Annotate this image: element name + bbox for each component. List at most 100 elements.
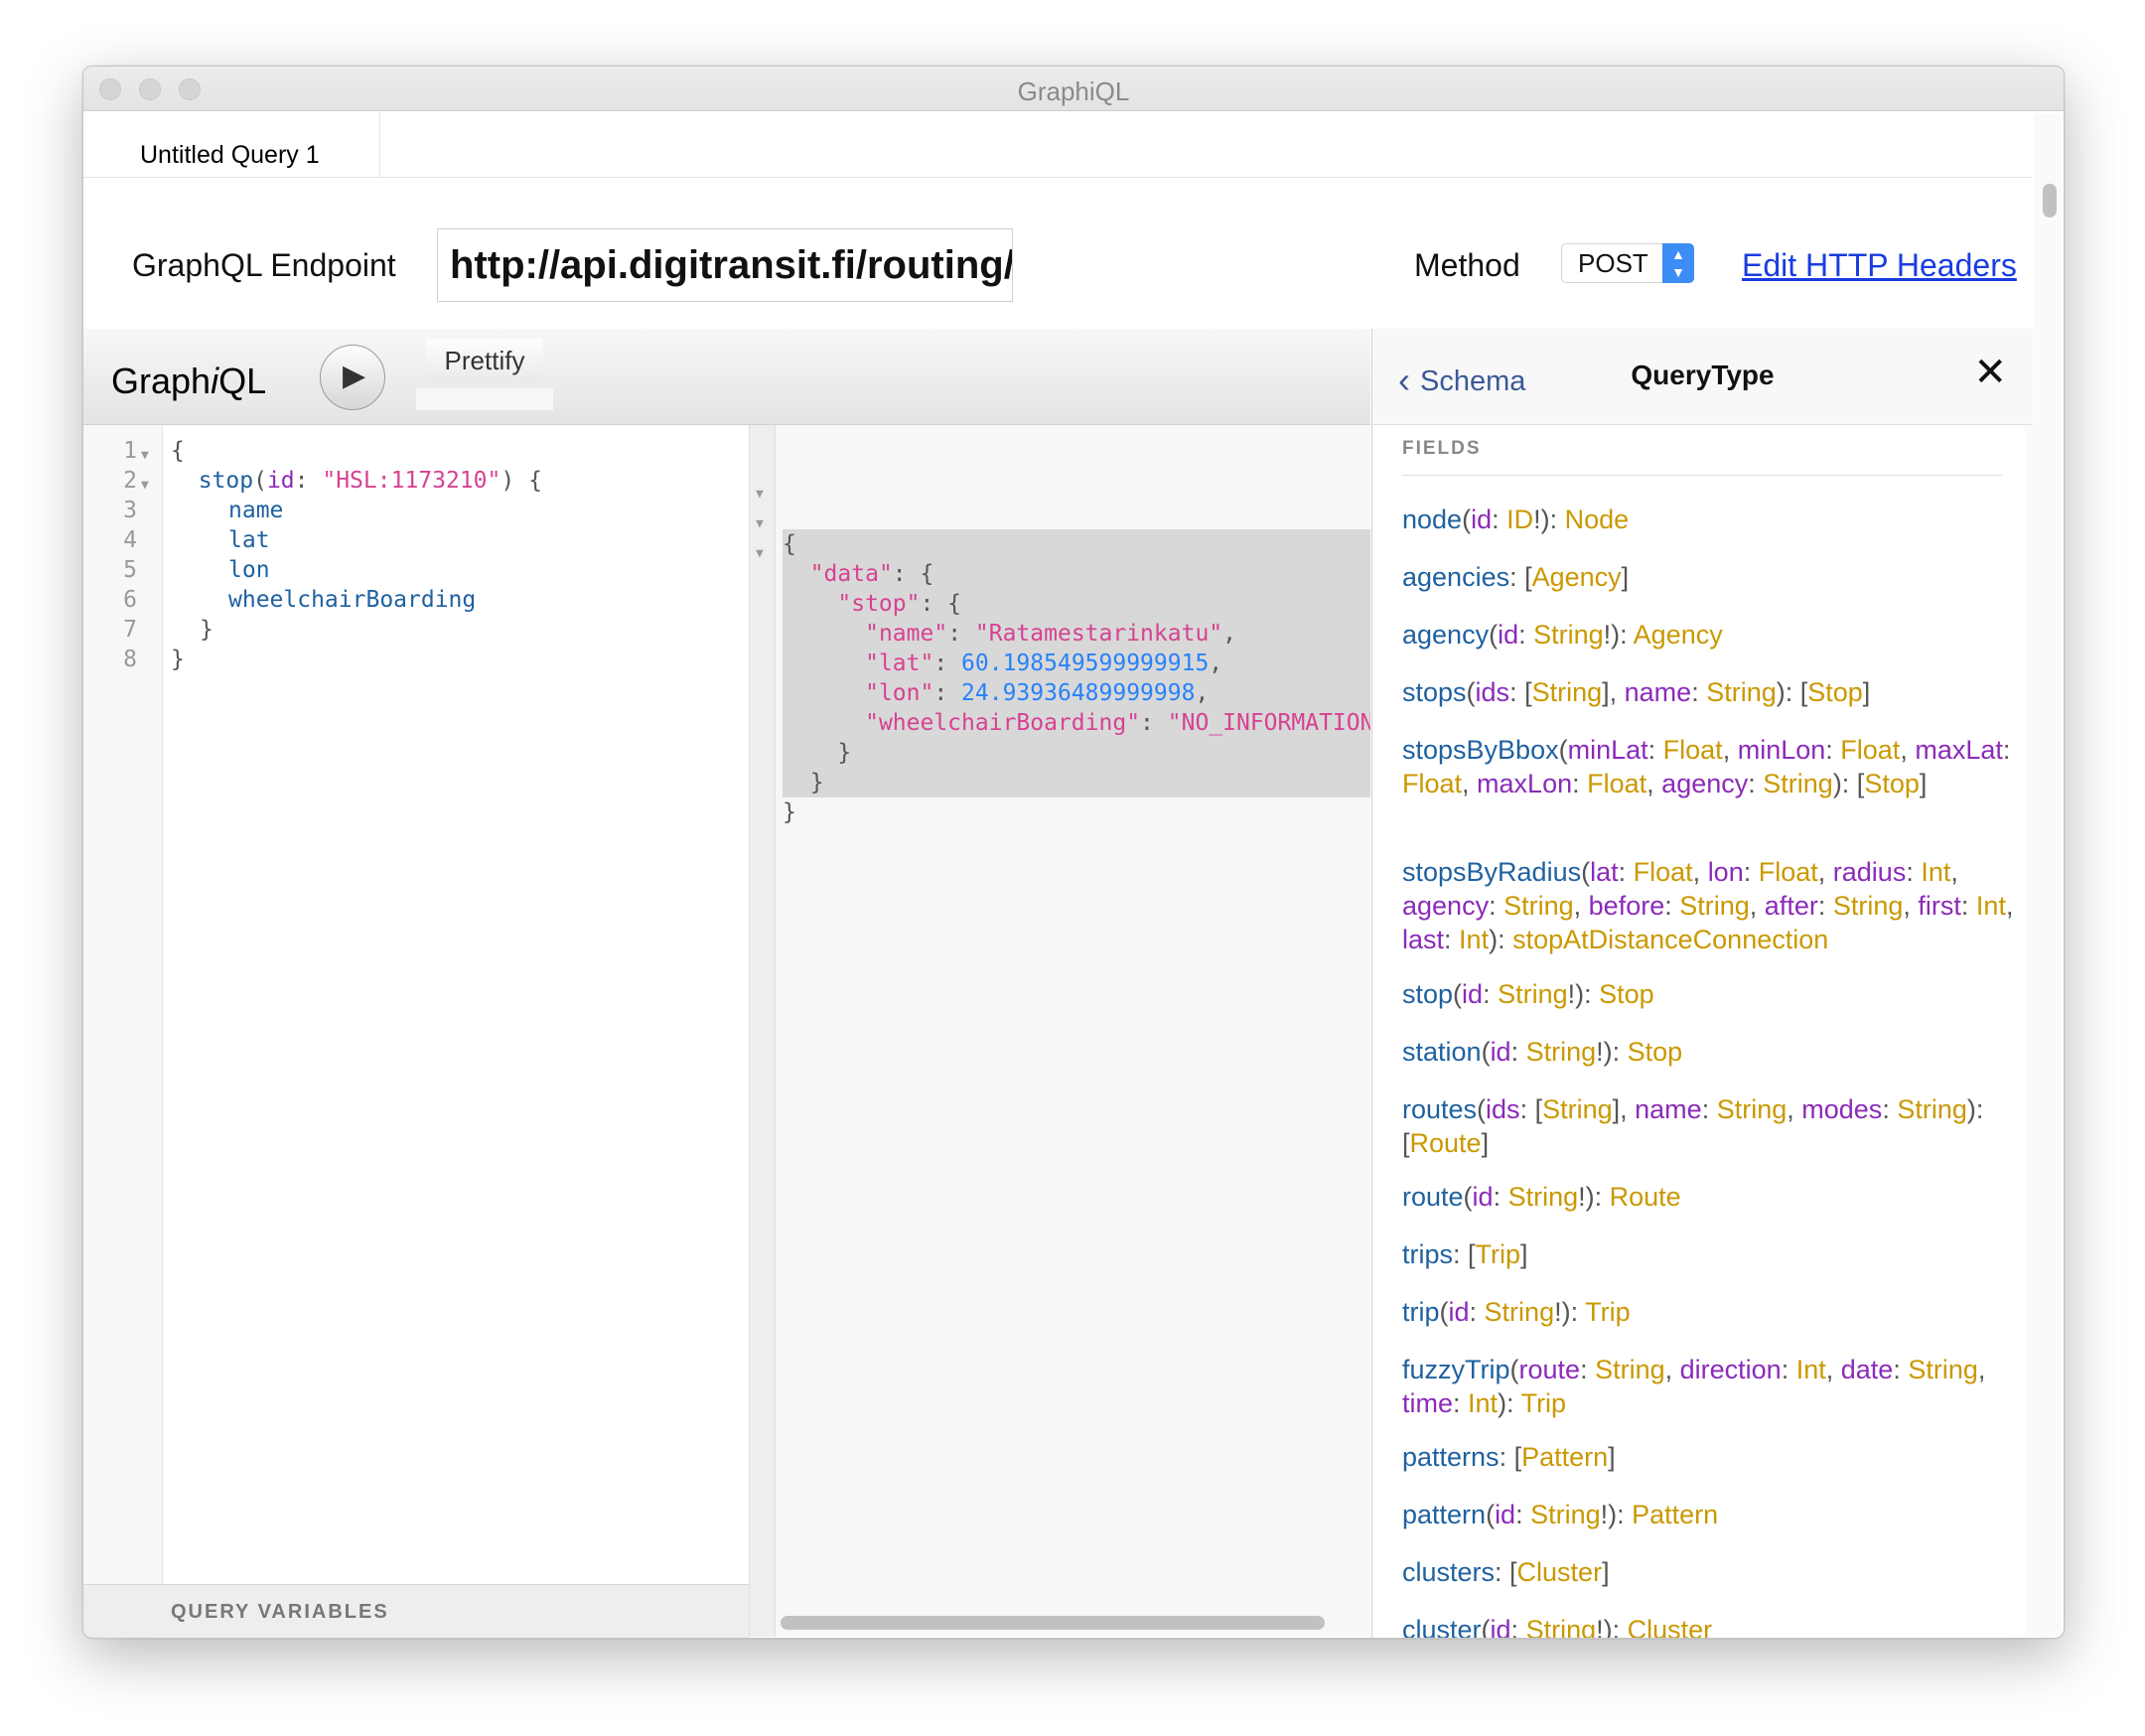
field-type[interactable]: Pattern (1632, 1500, 1718, 1529)
field-type[interactable]: Float (1634, 857, 1693, 887)
field-name[interactable]: route (1402, 1182, 1464, 1212)
field-name[interactable]: trip (1402, 1297, 1440, 1327)
field-type[interactable]: Cluster (1628, 1615, 1713, 1638)
field-argument[interactable]: before (1589, 891, 1665, 921)
field-argument[interactable]: after (1765, 891, 1818, 921)
field-type[interactable]: Node (1565, 505, 1630, 534)
field-argument[interactable]: first (1918, 891, 1961, 921)
field-type[interactable]: Int (1459, 925, 1489, 954)
field-type[interactable]: Stop (1599, 979, 1654, 1009)
tab-untitled-query-1[interactable]: Untitled Query 1 (83, 111, 380, 177)
field-type[interactable]: String (1508, 1182, 1579, 1212)
field-argument[interactable]: id (1495, 1500, 1515, 1529)
field-type[interactable]: Trip (1585, 1297, 1631, 1327)
field-type[interactable]: String (1532, 677, 1603, 707)
field-type[interactable]: String (1485, 1297, 1555, 1327)
field-type[interactable]: String (1498, 979, 1568, 1009)
field-name[interactable]: trips (1402, 1239, 1453, 1269)
field-name[interactable]: cluster (1402, 1615, 1482, 1638)
window-vertical-scrollbar[interactable] (2034, 114, 2062, 1636)
scrollbar-thumb[interactable] (781, 1616, 1325, 1630)
field-type[interactable]: String (1533, 620, 1604, 650)
field-argument[interactable]: maxLat (1915, 735, 2003, 765)
close-icon[interactable]: ✕ (1973, 353, 2007, 392)
field-type[interactable]: Trip (1476, 1239, 1521, 1269)
field-type[interactable]: String (1542, 1094, 1613, 1124)
field-argument[interactable]: agency (1402, 891, 1489, 921)
field-argument[interactable]: id (1491, 1615, 1511, 1638)
field-type[interactable]: ID (1506, 505, 1533, 534)
field-argument[interactable]: id (1498, 620, 1518, 650)
field-argument[interactable]: minLon (1738, 735, 1826, 765)
field-argument[interactable]: name (1625, 677, 1692, 707)
field-name[interactable]: agency (1402, 620, 1489, 650)
field-argument[interactable]: name (1635, 1094, 1702, 1124)
field-argument[interactable]: ids (1476, 677, 1510, 707)
field-type[interactable]: Pattern (1521, 1442, 1608, 1472)
field-type[interactable]: Cluster (1517, 1557, 1603, 1587)
field-type[interactable]: String (1595, 1355, 1665, 1384)
fold-arrow-icon[interactable]: ▼ (141, 441, 149, 471)
field-type[interactable]: String (1503, 891, 1574, 921)
field-argument[interactable]: time (1402, 1388, 1453, 1418)
field-name[interactable]: agencies (1402, 562, 1509, 592)
field-argument[interactable]: minLat (1568, 735, 1648, 765)
field-type[interactable]: Int (1796, 1355, 1826, 1384)
field-name[interactable]: routes (1402, 1094, 1477, 1124)
fold-arrow-icon[interactable]: ▼ (756, 480, 764, 509)
field-type[interactable]: String (1897, 1094, 1967, 1124)
fold-arrow-icon[interactable]: ▼ (756, 539, 764, 569)
query-variables-bar[interactable]: QUERY VARIABLES (83, 1584, 749, 1638)
field-type[interactable]: Agency (1634, 620, 1723, 650)
field-type[interactable]: String (1706, 677, 1777, 707)
field-type[interactable]: String (1763, 769, 1833, 798)
field-type[interactable]: Int (1976, 891, 2006, 921)
fold-arrow-icon[interactable]: ▼ (141, 471, 149, 501)
field-argument[interactable]: id (1473, 1182, 1494, 1212)
field-argument[interactable]: direction (1680, 1355, 1782, 1384)
editor-result-divider[interactable] (749, 425, 776, 1637)
field-name[interactable]: stops (1402, 677, 1467, 707)
field-name[interactable]: stop (1402, 979, 1453, 1009)
field-type[interactable]: Int (1468, 1388, 1498, 1418)
edit-http-headers-link[interactable]: Edit HTTP Headers (1742, 247, 2017, 284)
field-argument[interactable]: route (1519, 1355, 1581, 1384)
field-argument[interactable]: maxLon (1477, 769, 1572, 798)
field-argument[interactable]: id (1462, 979, 1483, 1009)
field-type[interactable]: Float (1663, 735, 1723, 765)
field-type[interactable]: stopAtDistanceConnection (1512, 925, 1828, 954)
method-select[interactable]: POST ▲ ▼ (1561, 243, 1694, 283)
field-name[interactable]: node (1402, 505, 1462, 534)
field-name[interactable]: stopsByRadius (1402, 857, 1581, 887)
field-name[interactable]: station (1402, 1037, 1482, 1067)
field-type[interactable]: Float (1587, 769, 1646, 798)
scrollbar-thumb[interactable] (2043, 184, 2057, 217)
field-type[interactable]: Stop (1628, 1037, 1683, 1067)
field-name[interactable]: patterns (1402, 1442, 1500, 1472)
field-name[interactable]: clusters (1402, 1557, 1495, 1587)
field-type[interactable]: String (1717, 1094, 1788, 1124)
field-type[interactable]: String (1908, 1355, 1978, 1384)
field-argument[interactable]: id (1449, 1297, 1470, 1327)
field-type[interactable]: Trip (1521, 1388, 1567, 1418)
field-type[interactable]: String (1679, 891, 1750, 921)
field-type[interactable]: Float (1402, 769, 1462, 798)
field-type[interactable]: String (1530, 1500, 1601, 1529)
field-type[interactable]: String (1526, 1037, 1597, 1067)
field-argument[interactable]: last (1402, 925, 1444, 954)
field-argument[interactable]: lon (1708, 857, 1744, 887)
field-type[interactable]: String (1526, 1615, 1597, 1638)
field-name[interactable]: stopsByBbox (1402, 735, 1559, 765)
field-name[interactable]: pattern (1402, 1500, 1486, 1529)
field-argument[interactable]: lat (1590, 857, 1619, 887)
field-argument[interactable]: id (1471, 505, 1492, 534)
field-type[interactable]: Int (1921, 857, 1950, 887)
field-type[interactable]: Route (1410, 1128, 1482, 1158)
result-horizontal-scrollbar[interactable] (776, 1608, 1370, 1636)
field-argument[interactable]: agency (1661, 769, 1748, 798)
field-argument[interactable]: modes (1801, 1094, 1882, 1124)
prettify-button[interactable]: Prettify (426, 339, 543, 382)
field-argument[interactable]: id (1491, 1037, 1511, 1067)
field-type[interactable]: Stop (1807, 677, 1863, 707)
field-argument[interactable]: radius (1833, 857, 1907, 887)
